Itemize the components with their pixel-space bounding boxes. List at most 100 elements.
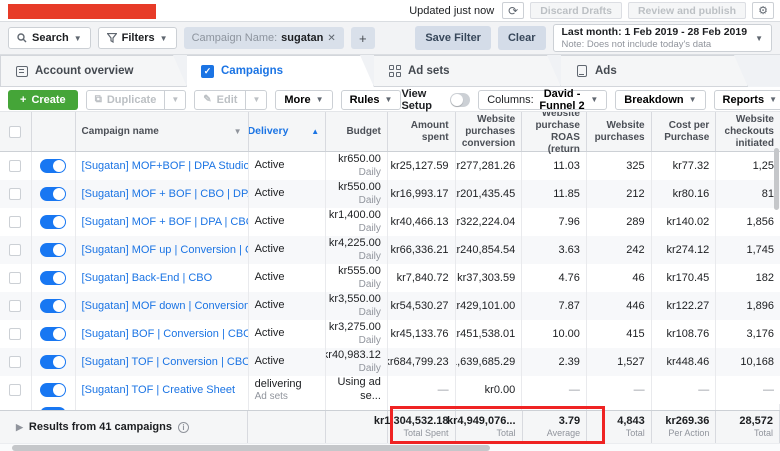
campaign-name-cell: [Sugatan] MOF + BOF | DPA | CBO | Worldw… — [76, 208, 249, 236]
campaign-toggle[interactable] — [40, 159, 66, 173]
create-button[interactable]: + Create — [8, 90, 78, 110]
campaign-toggle[interactable] — [40, 355, 66, 369]
remove-filter-icon[interactable]: ✕ — [327, 33, 335, 44]
header-campaign-name[interactable]: Campaign name ▼ — [76, 112, 249, 151]
footer-cost-per-action: kr269.36 Per Action — [652, 411, 717, 443]
footer-total-spent: kr1,304,532.18 Total Spent — [388, 411, 456, 443]
duplicate-button-group: ⧉ Duplicate ▼ — [86, 90, 187, 110]
checkouts-cell: 1,25 — [716, 152, 780, 180]
header-website-purchases[interactable]: Website purchases — [587, 112, 652, 151]
amount-spent-cell: — — [388, 376, 456, 404]
campaign-name-cell: [Sugatan] TOF | Creative Sheet — [76, 376, 249, 404]
tab-campaigns[interactable]: ✓ Campaigns — [187, 55, 374, 87]
campaign-toggle[interactable] — [40, 187, 66, 201]
header-label: Website purchases — [593, 120, 645, 144]
campaign-name-cell: [Sugatan] Back-End | CBO — [76, 264, 249, 292]
checkouts-cell: 1,856 — [716, 208, 780, 236]
purchases-cell: 46 — [587, 264, 652, 292]
date-range-value: Last month: 1 Feb 2019 - 28 Feb 2019 — [562, 26, 748, 39]
campaign-toggle[interactable] — [40, 271, 66, 285]
add-filter-button[interactable]: + — [351, 27, 375, 49]
campaign-name-link[interactable]: [Sugatan] MOF + BOF | DPA | CBO | Worldw… — [82, 216, 249, 228]
toggle-knob — [53, 384, 65, 396]
campaign-name-link[interactable]: [Sugatan] MOF+BOF | DPA Studio | CBO | — [82, 160, 249, 172]
breakdown-dropdown[interactable]: Breakdown ▼ — [615, 90, 705, 110]
top-bar-actions: Updated just now ⟳ Discard Drafts Review… — [409, 2, 774, 19]
campaign-name-cell: [Sugatan] MOF+BOF | DPA Studio | CBO | — [76, 152, 249, 180]
search-dropdown[interactable]: Search ▼ — [8, 27, 91, 49]
tab-account-overview[interactable]: Account overview — [0, 55, 187, 87]
rules-dropdown[interactable]: Rules ▼ — [341, 90, 402, 110]
row-checkbox[interactable] — [9, 272, 21, 284]
campaign-name-link[interactable]: [Sugatan] MOF up | Conversion | CBO — [82, 244, 249, 256]
columns-dropdown[interactable]: Columns: David - Funnel 2 ▼ — [478, 90, 607, 110]
campaign-name-cell: [Sugatan] MOF down | Conversion | CBO — [76, 292, 249, 320]
refresh-button[interactable]: ⟳ — [502, 2, 524, 19]
campaign-name-link[interactable]: [Sugatan] Back-End | CBO — [82, 272, 213, 284]
campaign-name-link[interactable]: [Sugatan] TOF | Creative Sheet — [82, 384, 235, 396]
row-checkbox[interactable] — [9, 384, 21, 396]
row-checkbox[interactable] — [9, 356, 21, 368]
toggle-knob — [53, 328, 65, 340]
edit-button[interactable]: ✎ Edit — [194, 90, 246, 110]
tab-ad-sets[interactable]: Ad sets — [374, 55, 561, 87]
clear-filter-button[interactable]: Clear — [498, 26, 546, 50]
campaign-name-link[interactable]: [Sugatan] TOF | Conversion | CBO — [82, 356, 249, 368]
campaign-name-cell: [Sugatan] BOF | Conversion | CBO — [76, 320, 249, 348]
expand-icon[interactable]: ▶ — [16, 422, 23, 433]
header-purchase-roas[interactable]: Website purchase ROAS (return — [522, 112, 587, 151]
row-checkbox[interactable] — [9, 328, 21, 340]
row-checkbox[interactable] — [9, 160, 21, 172]
chevron-down-icon: ▼ — [689, 95, 697, 104]
checkouts-cell: — — [716, 376, 780, 404]
header-budget[interactable]: Budget — [326, 112, 388, 151]
header-amount-spent[interactable]: Amount spent — [388, 112, 456, 151]
select-all-checkbox[interactable] — [9, 126, 21, 138]
campaign-toggle[interactable] — [40, 243, 66, 257]
row-checkbox[interactable] — [9, 300, 21, 312]
review-and-publish-button[interactable]: Review and publish — [628, 2, 746, 19]
filter-chip-campaign-name[interactable]: Campaign Name: sugatan ✕ — [184, 27, 344, 49]
duplicate-button[interactable]: ⧉ Duplicate — [86, 90, 166, 110]
roas-cell: — — [522, 376, 587, 404]
duplicate-caret-button[interactable]: ▼ — [165, 90, 186, 110]
results-summary[interactable]: ▶ Results from 41 campaigns i — [0, 411, 248, 443]
campaign-toggle[interactable] — [40, 299, 66, 313]
tab-ads[interactable]: Ads — [561, 55, 748, 87]
header-cost-per-purchase[interactable]: Cost per Purchase — [652, 112, 717, 151]
view-setup-toggle[interactable] — [450, 93, 470, 107]
table-row: [Sugatan] MOF+BOF | DPA Studio | CBO | A… — [0, 152, 780, 180]
toolbar-left: + Create ⧉ Duplicate ▼ ✎ Edit ▼ More ▼ — [8, 90, 401, 110]
campaign-toggle[interactable] — [40, 327, 66, 341]
reports-dropdown[interactable]: Reports ▼ — [714, 90, 780, 110]
campaign-name-cell: [Sugatan] MOF up | Conversion | CBO — [76, 236, 249, 264]
campaign-name-link[interactable]: [Sugatan] MOF + BOF | CBO | DPA UGC | — [82, 188, 249, 200]
row-checkbox[interactable] — [9, 188, 21, 200]
amount-spent-cell: kr16,993.17 — [388, 180, 456, 208]
gear-icon: ⚙ — [758, 4, 768, 17]
cost-per-purchase-cell: — — [652, 376, 717, 404]
edit-caret-button[interactable]: ▼ — [246, 90, 267, 110]
header-delivery[interactable]: Delivery ▲ — [249, 112, 327, 151]
save-filter-button[interactable]: Save Filter — [415, 26, 491, 50]
discard-drafts-button[interactable]: Discard Drafts — [530, 2, 622, 19]
horizontal-scrollbar[interactable] — [0, 443, 780, 451]
header-checkouts-initiated[interactable]: Website checkouts initiated — [716, 112, 780, 151]
row-checkbox[interactable] — [9, 244, 21, 256]
campaign-name-link[interactable]: [Sugatan] MOF down | Conversion | CBO — [82, 300, 249, 312]
view-setup-label: View Setup — [401, 88, 443, 112]
horizontal-scrollbar-thumb[interactable] — [12, 445, 490, 451]
row-checkbox[interactable] — [9, 216, 21, 228]
header-purchases-conversion-value[interactable]: Website purchases conversion — [456, 112, 523, 151]
campaign-name-link[interactable]: [Sugatan] BOF | Conversion | CBO — [82, 328, 249, 340]
campaign-toggle[interactable] — [40, 407, 66, 410]
vertical-scrollbar-thumb[interactable] — [774, 148, 779, 210]
toggle-knob — [53, 272, 65, 284]
more-dropdown[interactable]: More ▼ — [275, 90, 332, 110]
delivery-cell: Active — [249, 208, 327, 236]
filters-dropdown[interactable]: Filters ▼ — [98, 27, 177, 49]
campaign-toggle[interactable] — [40, 383, 66, 397]
campaign-toggle[interactable] — [40, 215, 66, 229]
settings-button[interactable]: ⚙ — [752, 2, 774, 19]
date-range-dropdown[interactable]: Last month: 1 Feb 2019 - 28 Feb 2019 Not… — [553, 24, 773, 52]
